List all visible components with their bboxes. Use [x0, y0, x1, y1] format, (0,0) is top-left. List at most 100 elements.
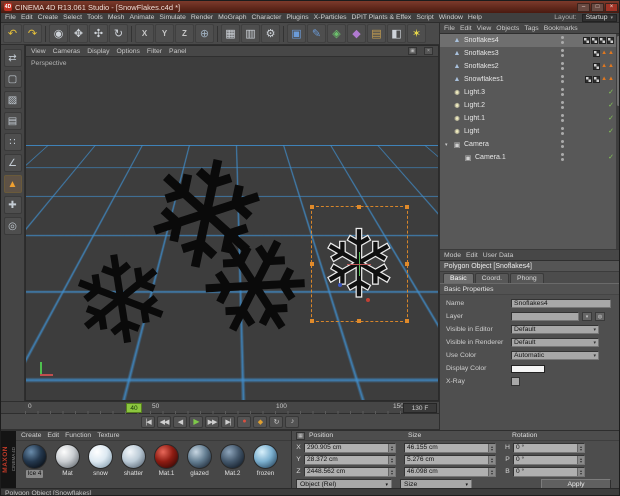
deformer-icon[interactable]: ◆ — [347, 24, 366, 43]
om-menu-file[interactable]: File — [444, 25, 455, 32]
menu-xparticles[interactable]: X-Particles — [314, 14, 347, 21]
am-menu-edit[interactable]: Edit — [466, 252, 478, 259]
vp-menu-options[interactable]: Options — [116, 48, 139, 55]
material-preview[interactable] — [154, 444, 179, 469]
vp-menu-filter[interactable]: Filter — [147, 48, 162, 55]
spinner-icon[interactable] — [577, 443, 584, 452]
material-item[interactable]: glazed — [184, 444, 215, 478]
undo-icon[interactable]: ↶ — [3, 24, 22, 43]
axis-y-icon[interactable]: Y — [155, 24, 174, 43]
menu-dpit[interactable]: DPIT Plants & Effex — [352, 14, 412, 21]
loop-icon[interactable]: ↻ — [269, 415, 283, 428]
goto-end-icon[interactable]: ▶| — [221, 415, 235, 428]
phong-tag[interactable] — [608, 50, 614, 57]
layer-input[interactable] — [511, 312, 579, 321]
size-z-field[interactable]: 46.098 cm — [404, 466, 496, 477]
menu-mograph[interactable]: MoGraph — [218, 14, 246, 21]
object-row[interactable]: ▣ Camera.1 — [440, 151, 619, 164]
expand-arrow-icon[interactable]: ▾ — [445, 142, 452, 148]
render-picture-viewer-icon[interactable]: ▥ — [241, 24, 260, 43]
material-item[interactable]: Mat.2 — [217, 444, 248, 478]
compositing-tag[interactable] — [608, 89, 614, 96]
scale-icon[interactable]: ✣ — [89, 24, 108, 43]
close-button[interactable]: × — [605, 2, 618, 12]
menu-simulate[interactable]: Simulate — [159, 14, 185, 21]
model-mode-icon[interactable]: ▢ — [3, 70, 22, 88]
name-input[interactable]: Snoflakes4 — [511, 299, 611, 308]
live-selection-icon[interactable]: ◉ — [49, 24, 68, 43]
material-preview[interactable] — [121, 444, 146, 469]
material-item[interactable]: Mat — [52, 444, 83, 478]
menu-render[interactable]: Render — [191, 14, 213, 21]
menu-script[interactable]: Script — [416, 14, 433, 21]
enable-axis-icon[interactable]: ✚ — [3, 196, 22, 214]
display-color-swatch[interactable] — [511, 364, 545, 373]
menu-create[interactable]: Create — [38, 14, 58, 21]
material-item[interactable]: Ice 4 — [19, 444, 50, 478]
compositing-tag[interactable] — [608, 102, 614, 109]
object-row[interactable]: ▲ Snoflakes4 — [440, 34, 619, 47]
object-row[interactable]: ▲ Snowflakes1 — [440, 73, 619, 86]
phong-tag[interactable] — [601, 50, 607, 57]
snowflake-object-2[interactable]: ❄ — [60, 226, 182, 376]
render-view-icon[interactable]: ▦ — [221, 24, 240, 43]
visibility-dots[interactable] — [560, 153, 565, 162]
position-z-field[interactable]: 2448.562 cm — [304, 466, 396, 477]
scrollbar[interactable] — [616, 34, 619, 249]
material-item[interactable]: Mat.1 — [151, 444, 182, 478]
compositing-tag[interactable] — [608, 154, 614, 161]
object-row[interactable]: ✺ Light.3 — [440, 86, 619, 99]
object-row[interactable]: ✺ Light.2 — [440, 99, 619, 112]
workplane-mode-icon[interactable]: ▤ — [3, 112, 22, 130]
am-menu-mode[interactable]: Mode — [444, 252, 461, 259]
xray-checkbox[interactable] — [511, 377, 520, 386]
object-row[interactable]: ✺ Light.1 — [440, 112, 619, 125]
previous-frame-icon[interactable]: ◀ — [173, 415, 187, 428]
texture-tag[interactable] — [599, 37, 606, 44]
spinner-icon[interactable] — [488, 467, 495, 476]
spinner-icon[interactable] — [488, 455, 495, 464]
phong-tag[interactable] — [608, 76, 614, 83]
maximize-button[interactable]: □ — [591, 2, 604, 12]
spinner-icon[interactable] — [388, 443, 395, 452]
viewport-maximize-icon[interactable]: ▣ — [408, 47, 417, 55]
position-y-field[interactable]: 28.372 cm — [304, 454, 396, 465]
rotation-h-field[interactable]: 0 ° — [513, 442, 585, 453]
coordinate-system-icon[interactable]: ⊕ — [195, 24, 214, 43]
end-frame-field[interactable]: 130 F — [403, 403, 437, 413]
om-menu-objects[interactable]: Objects — [496, 25, 519, 32]
timeline-playhead[interactable]: 40 — [126, 403, 142, 413]
material-preview[interactable] — [220, 444, 245, 469]
menu-window[interactable]: Window — [439, 14, 463, 21]
vp-menu-panel[interactable]: Panel — [169, 48, 186, 55]
goto-start-icon[interactable]: |◀ — [141, 415, 155, 428]
previous-key-icon[interactable]: ◀◀ — [157, 415, 171, 428]
mat-menu-create[interactable]: Create — [21, 432, 41, 439]
texture-tag[interactable] — [607, 37, 614, 44]
material-preview[interactable] — [88, 444, 113, 469]
texture-mode-icon[interactable]: ▨ — [3, 91, 22, 109]
render-settings-icon[interactable]: ⚙ — [261, 24, 280, 43]
axis-gizmo-x[interactable] — [347, 264, 371, 265]
light-tool-icon[interactable]: ✶ — [407, 24, 426, 43]
menu-character[interactable]: Character — [252, 14, 282, 21]
menu-mesh[interactable]: Mesh — [108, 14, 125, 21]
axis-z-icon[interactable]: Z — [175, 24, 194, 43]
layout-select[interactable]: Startup — [581, 13, 617, 22]
tab-basic[interactable]: Basic — [443, 273, 474, 283]
compositing-tag[interactable] — [608, 115, 614, 122]
menu-animate[interactable]: Animate — [129, 14, 154, 21]
mat-menu-edit[interactable]: Edit — [47, 432, 59, 439]
camera-tool-icon[interactable]: ◧ — [387, 24, 406, 43]
viewport[interactable]: View Cameras Display Options Filter Pane… — [25, 45, 439, 401]
minimize-button[interactable]: – — [577, 2, 590, 12]
make-editable-icon[interactable]: ⇄ — [3, 49, 22, 67]
vp-menu-cameras[interactable]: Cameras — [53, 48, 81, 55]
timeline-ruler[interactable]: 0 50 100 150 40 130 F — [25, 401, 439, 414]
menu-select[interactable]: Select — [63, 14, 82, 21]
visible-editor-dropdown[interactable]: Default — [511, 325, 599, 334]
object-row[interactable]: ✺ Light — [440, 125, 619, 138]
tab-coord[interactable]: Coord. — [474, 273, 510, 283]
menu-tools[interactable]: Tools — [87, 14, 103, 21]
mat-menu-texture[interactable]: Texture — [97, 432, 119, 439]
